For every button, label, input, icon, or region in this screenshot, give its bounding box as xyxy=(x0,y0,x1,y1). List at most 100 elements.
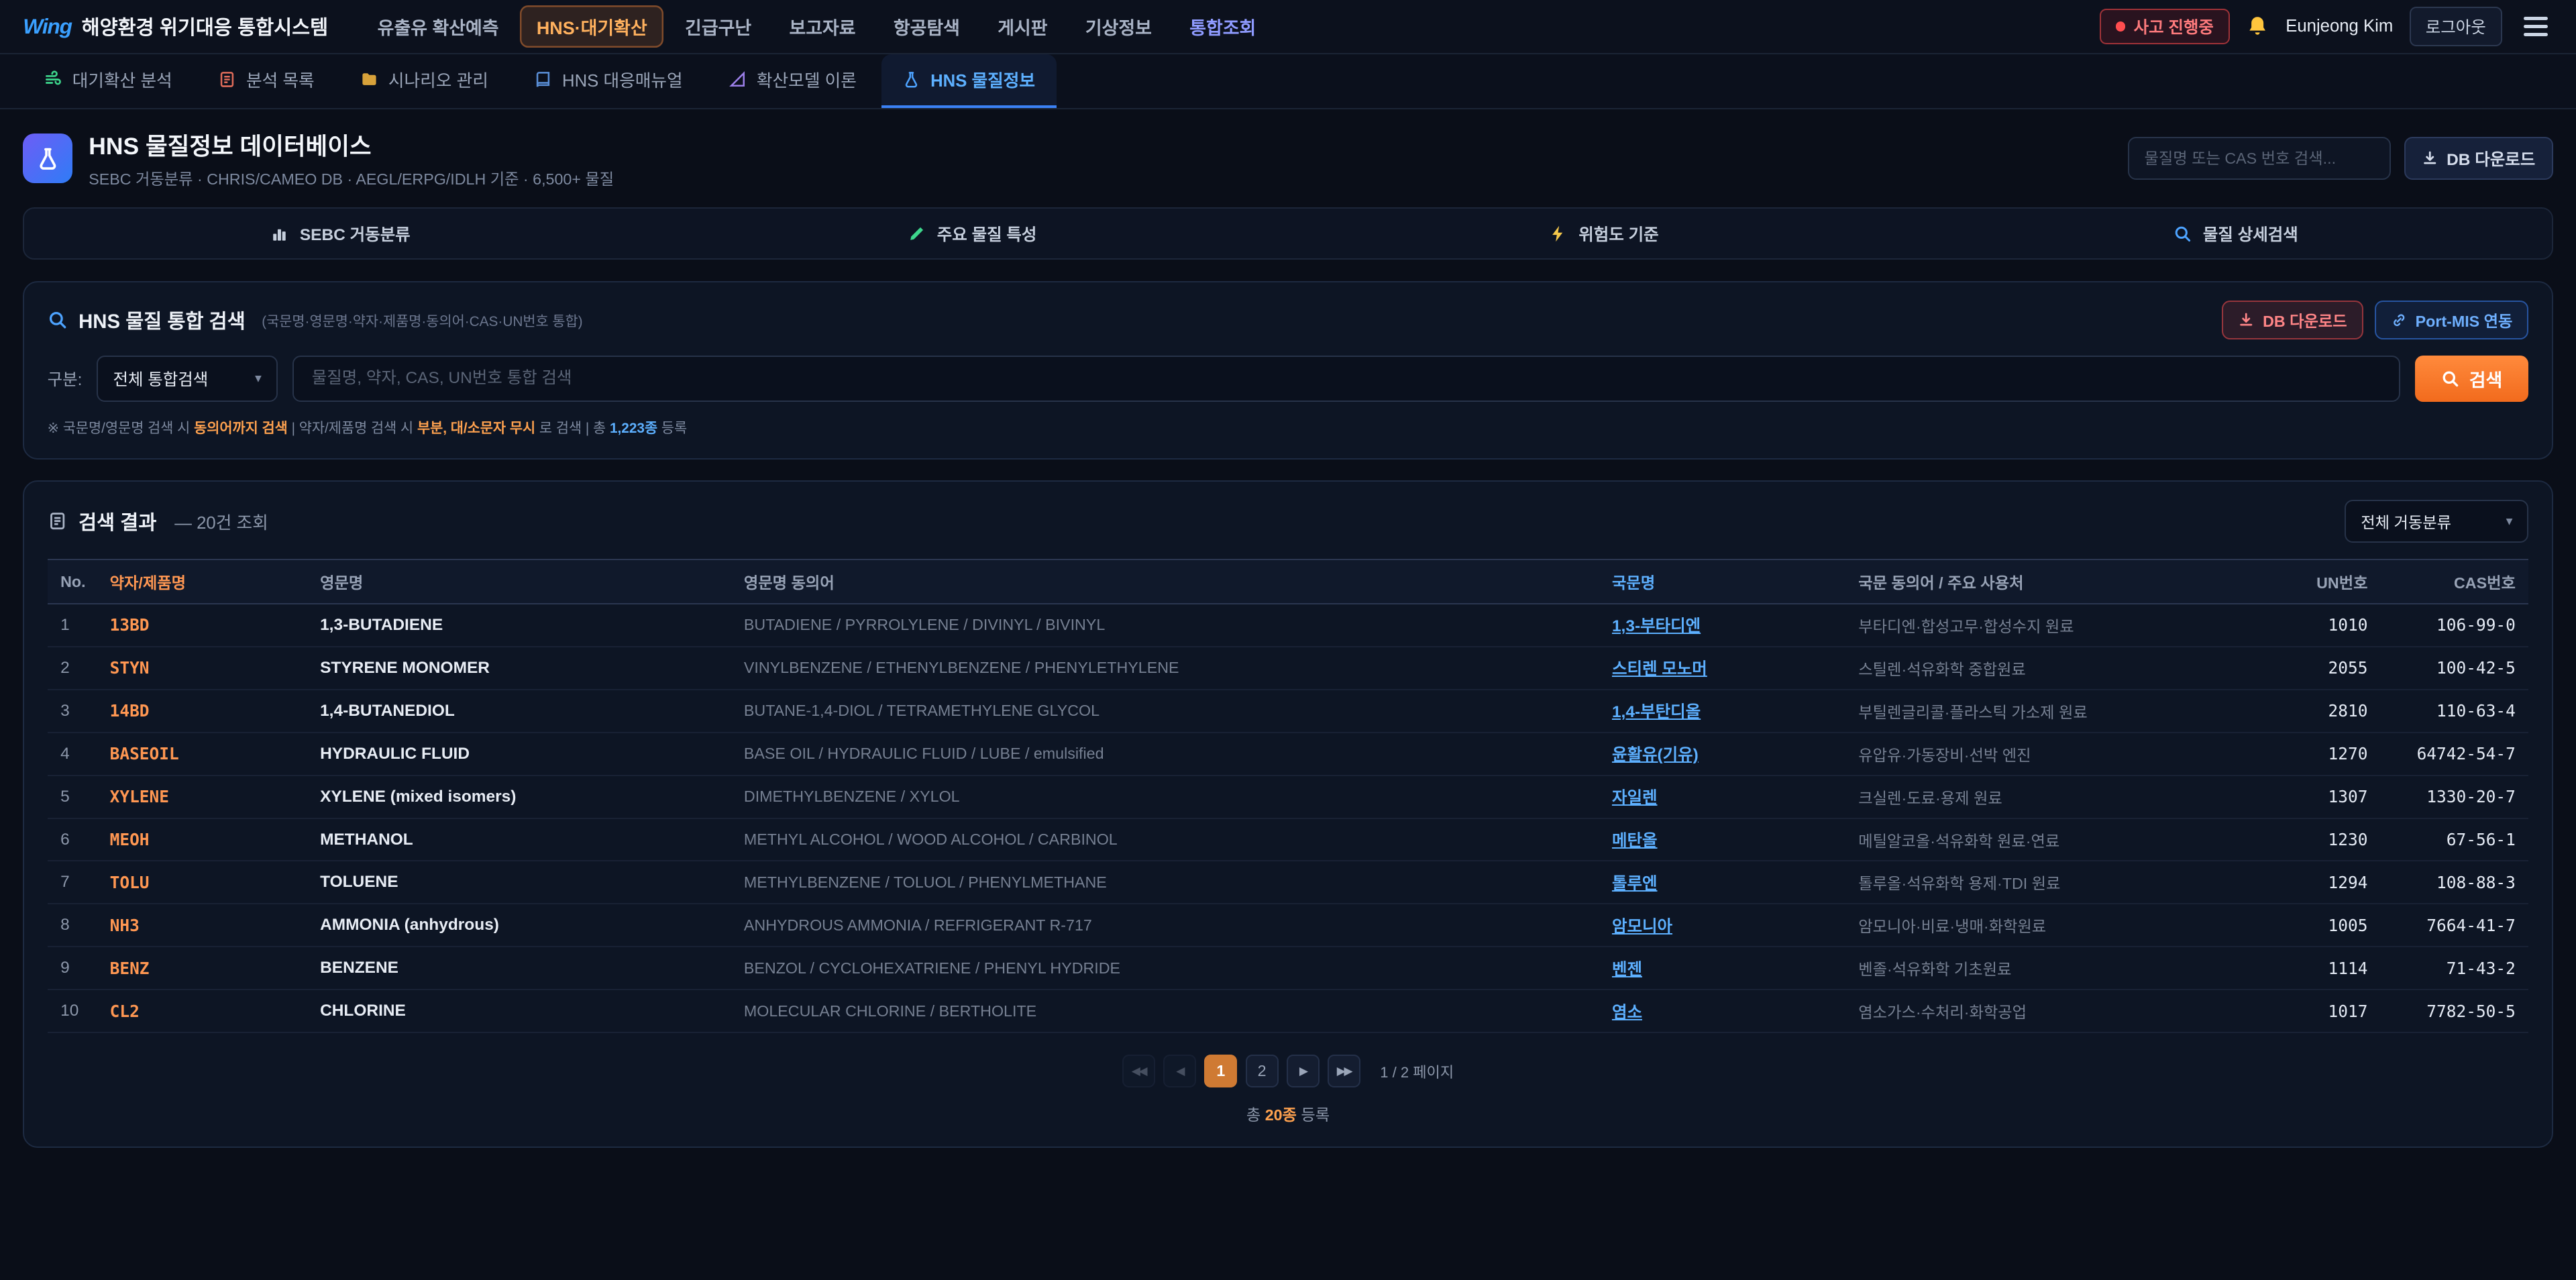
cell-usage: 염소가스·수처리·화학공업 xyxy=(1845,990,2292,1032)
table-row[interactable]: 10 CL2 CHLORINE MOLECULAR CHLORINE / BER… xyxy=(48,990,2529,1032)
cell-english-name: METHANOL xyxy=(307,818,731,861)
cell-english-synonym: VINYLBENZENE / ETHENYLBENZENE / PHENYLET… xyxy=(731,647,1599,690)
substance-link[interactable]: 자일렌 xyxy=(1612,789,1658,807)
substance-link[interactable]: 톨루엔 xyxy=(1612,875,1658,893)
cell-usage: 부타디엔·합성고무·합성수지 원료 xyxy=(1845,604,2292,647)
cell-abbr: TOLU xyxy=(97,861,307,904)
cell-cas-number: 100-42-5 xyxy=(2381,647,2528,690)
table-row[interactable]: 9 BENZ BENZENE BENZOL / CYCLOHEXATRIENE … xyxy=(48,947,2529,990)
cell-english-name: 1,3-BUTADIENE xyxy=(307,604,731,647)
feature-risk-criteria[interactable]: 위험도 기준 xyxy=(1288,209,1920,258)
cell-no: 1 xyxy=(48,604,97,647)
table-row[interactable]: 6 MEOH METHANOL METHYL ALCOHOL / WOOD AL… xyxy=(48,818,2529,861)
integrated-search-panel: HNS 물질 통합 검색 (국문명·영문명·약자·제품명·동의어·CAS·UN번… xyxy=(23,281,2553,459)
substance-link[interactable]: 벤젠 xyxy=(1612,961,1642,979)
cell-english-synonym: MOLECULAR CHLORINE / BERTHOLITE xyxy=(731,990,1599,1032)
cell-un-number: 1230 xyxy=(2292,818,2381,861)
table-row[interactable]: 3 14BD 1,4-BUTANEDIOL BUTANE-1,4-DIOL / … xyxy=(48,690,2529,733)
nav-item-aerial-search[interactable]: 항공탐색 xyxy=(877,5,976,48)
cell-usage: 유압유·가동장비·선박 엔진 xyxy=(1845,733,2292,776)
tab-dispersion-model-theory[interactable]: 확산모델 이론 xyxy=(707,54,877,108)
cell-abbr: NH3 xyxy=(97,904,307,947)
cell-usage: 크실렌·도료·용제 원료 xyxy=(1845,776,2292,818)
substance-link[interactable]: 1,4-부탄디올 xyxy=(1612,703,1701,721)
page-1-button[interactable]: 1 xyxy=(1204,1055,1237,1087)
tab-scenario-management[interactable]: 시나리오 관리 xyxy=(339,54,509,108)
substance-link[interactable]: 메탄올 xyxy=(1612,832,1658,850)
integrated-search-input[interactable] xyxy=(292,356,2400,402)
nav-item-integrated-search[interactable]: 통합조회 xyxy=(1173,5,1273,48)
cell-no: 5 xyxy=(48,776,97,818)
cell-no: 4 xyxy=(48,733,97,776)
col-english-name: 영문명 xyxy=(307,559,731,603)
substance-link[interactable]: 염소 xyxy=(1612,1004,1642,1022)
top-navigation: Wing 해양환경 위기대응 통합시스템 유출유 확산예측 HNS·대기확산 긴… xyxy=(0,0,2576,54)
table-row[interactable]: 1 13BD 1,3-BUTADIENE BUTADIENE / PYRROLY… xyxy=(48,604,2529,647)
app-logo[interactable]: Wing 해양환경 위기대응 통합시스템 xyxy=(23,12,328,40)
feature-sebc-classification[interactable]: SEBC 거동분류 xyxy=(24,209,656,258)
page-2-button[interactable]: 2 xyxy=(1246,1055,1279,1087)
header-search-input[interactable] xyxy=(2128,137,2391,180)
col-korean-name: 국문명 xyxy=(1599,559,1845,603)
table-row[interactable]: 2 STYN STYRENE MONOMER VINYLBENZENE / ET… xyxy=(48,647,2529,690)
logout-button[interactable]: 로그아웃 xyxy=(2410,7,2502,46)
substance-link[interactable]: 암모니아 xyxy=(1612,918,1672,936)
table-row[interactable]: 8 NH3 AMMONIA (anhydrous) ANHYDROUS AMMO… xyxy=(48,904,2529,947)
last-page-button[interactable]: ▶▶ xyxy=(1328,1055,1360,1087)
table-row[interactable]: 4 BASEOIL HYDRAULIC FLUID BASE OIL / HYD… xyxy=(48,733,2529,776)
substance-link[interactable]: 스티렌 모노머 xyxy=(1612,660,1707,678)
ruler-triangle-icon xyxy=(729,70,747,89)
substance-link[interactable]: 윤활유(기유) xyxy=(1612,746,1699,764)
cell-no: 3 xyxy=(48,690,97,733)
tab-hns-substance-info[interactable]: HNS 물질정보 xyxy=(881,54,1057,108)
cell-english-synonym: ANHYDROUS AMMONIA / REFRIGERANT R-717 xyxy=(731,904,1599,947)
tab-analysis-list[interactable]: 분석 목록 xyxy=(197,54,335,108)
cell-cas-number: 1330-20-7 xyxy=(2381,776,2528,818)
cell-english-synonym: METHYL ALCOHOL / WOOD ALCOHOL / CARBINOL xyxy=(731,818,1599,861)
nav-item-reports[interactable]: 보고자료 xyxy=(773,5,872,48)
cell-korean-name: 톨루엔 xyxy=(1599,861,1845,904)
cell-english-name: HYDRAULIC FLUID xyxy=(307,733,731,776)
nav-item-spill-prediction[interactable]: 유출유 확산예측 xyxy=(361,5,515,48)
cell-abbr: XYLENE xyxy=(97,776,307,818)
category-select[interactable]: 전체 통합검색 ▾ xyxy=(97,356,277,402)
nav-item-board[interactable]: 게시판 xyxy=(981,5,1064,48)
tab-dispersion-analysis[interactable]: 대기확산 분석 xyxy=(23,54,193,108)
cell-cas-number: 7782-50-5 xyxy=(2381,990,2528,1032)
first-page-button[interactable]: ◀◀ xyxy=(1122,1055,1155,1087)
cell-usage: 스틸렌·석유화학 중합원료 xyxy=(1845,647,2292,690)
search-button[interactable]: 검색 xyxy=(2415,356,2529,402)
feature-detail-search[interactable]: 물질 상세검색 xyxy=(1920,209,2552,258)
col-cas-number: CAS번호 xyxy=(2381,559,2528,603)
table-row[interactable]: 7 TOLU TOLUENE METHYLBENZENE / TOLUOL / … xyxy=(48,861,2529,904)
lightning-icon xyxy=(1549,225,1567,243)
feature-substance-properties[interactable]: 주요 물질 특성 xyxy=(656,209,1288,258)
cell-un-number: 1114 xyxy=(2292,947,2381,990)
search-help-text: ※ 국문명/영문명 검색 시 동의어까지 검색 | 약자/제품명 검색 시 부분… xyxy=(48,417,2529,437)
classification-filter-select[interactable]: 전체 거동분류 ▾ xyxy=(2345,500,2528,543)
hamburger-menu-icon[interactable] xyxy=(2518,11,2553,41)
main-menu: 유출유 확산예측 HNS·대기확산 긴급구난 보고자료 항공탐색 게시판 기상정… xyxy=(361,5,1273,48)
notification-bell-icon[interactable] xyxy=(2246,15,2269,38)
cell-un-number: 1270 xyxy=(2292,733,2381,776)
substance-link[interactable]: 1,3-부타디엔 xyxy=(1612,617,1701,635)
table-row[interactable]: 5 XYLENE XYLENE (mixed isomers) DIMETHYL… xyxy=(48,776,2529,818)
cell-english-synonym: BASE OIL / HYDRAULIC FLUID / LUBE / emul… xyxy=(731,733,1599,776)
wind-icon xyxy=(44,70,62,89)
cell-abbr: 13BD xyxy=(97,604,307,647)
tab-hns-response-manual[interactable]: HNS 대응매뉴얼 xyxy=(513,54,704,108)
next-page-button[interactable]: ▶ xyxy=(1287,1055,1320,1087)
header-db-download-button[interactable]: DB 다운로드 xyxy=(2404,137,2553,180)
nav-item-rescue[interactable]: 긴급구난 xyxy=(669,5,768,48)
nav-item-hns-dispersion[interactable]: HNS·대기확산 xyxy=(520,5,663,48)
portmis-link-button[interactable]: Port-MIS 연동 xyxy=(2375,301,2529,339)
cell-no: 10 xyxy=(48,990,97,1032)
cell-cas-number: 106-99-0 xyxy=(2381,604,2528,647)
nav-item-weather[interactable]: 기상정보 xyxy=(1069,5,1168,48)
cell-un-number: 1294 xyxy=(2292,861,2381,904)
prev-page-button[interactable]: ◀ xyxy=(1163,1055,1196,1087)
folder-icon xyxy=(360,70,378,89)
incident-status-badge[interactable]: 사고 진행중 xyxy=(2100,9,2230,45)
db-download-button[interactable]: DB 다운로드 xyxy=(2222,301,2363,339)
cell-usage: 메틸알코올·석유화학 원료·연료 xyxy=(1845,818,2292,861)
